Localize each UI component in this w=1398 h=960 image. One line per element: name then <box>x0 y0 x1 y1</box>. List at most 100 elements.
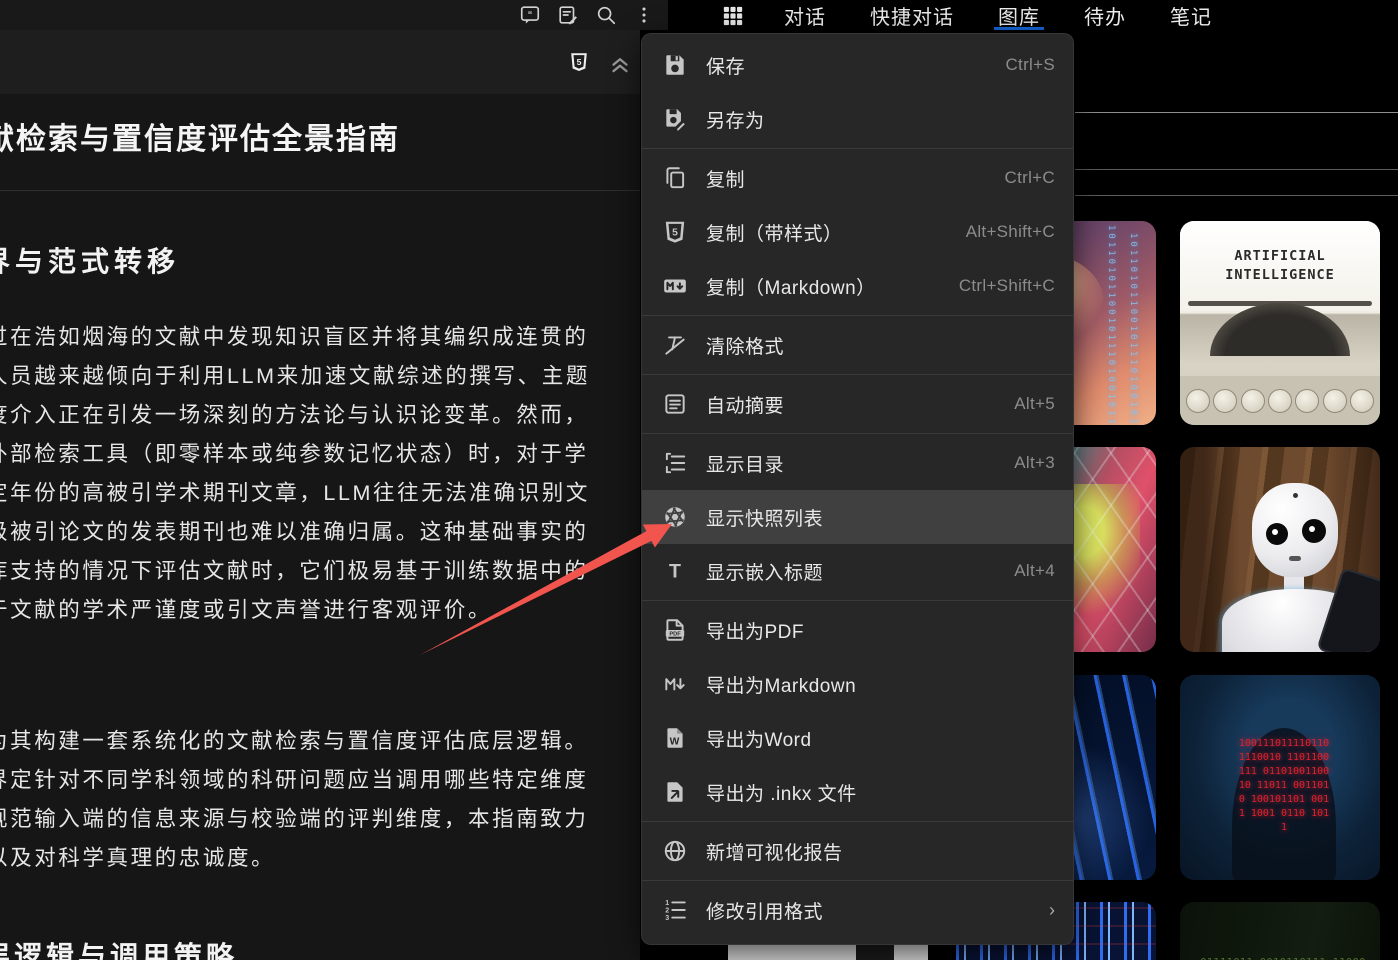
typewriter-key <box>1295 389 1319 413</box>
typewriter-key <box>1268 389 1292 413</box>
menu-item-export-pdf[interactable]: PDF 导出为PDF <box>642 603 1073 657</box>
menu-item-label: 保存 <box>706 52 745 79</box>
gallery-image-robot[interactable] <box>1180 447 1380 652</box>
menu-item-copy-styled[interactable]: 5 复制（带样式） Alt+Shift+C <box>642 205 1073 259</box>
menu-item-save-as[interactable]: 另存为 <box>642 92 1073 146</box>
comment-quote-icon[interactable]: “ <box>518 3 542 27</box>
pdf-file-icon: PDF <box>660 615 690 645</box>
compose-note-icon[interactable] <box>556 3 580 27</box>
word-file-icon: W <box>660 723 690 753</box>
top-tabs: 对话 快捷对话 图库 待办 笔记 <box>782 0 1214 30</box>
robot-mouth <box>1289 556 1301 561</box>
html5-icon: 5 <box>660 217 690 247</box>
menu-item-show-snapshot-list[interactable]: 显示快照列表 <box>642 490 1073 544</box>
panel-divider <box>1075 195 1398 196</box>
menu-item-show-toc[interactable]: 显示目录 Alt+3 <box>642 436 1073 490</box>
binary-overlay: 1011010110010111010010110 <box>1128 233 1138 425</box>
robot-pupil <box>1309 526 1315 532</box>
document-line: 为其构建一套系统化的文献检索与置信度评估底层逻辑。 <box>0 722 640 761</box>
svg-text:3: 3 <box>665 915 669 922</box>
tab-todo[interactable]: 待办 <box>1082 0 1128 30</box>
paragraph-1: 过在浩如烟海的文献中发现知识盲区并将其编织成连贯的人员越来越倾向于利用LLM来加… <box>0 318 640 630</box>
paragraph-2: 为其构建一套系统化的文献检索与置信度评估底层逻辑。界定针对不同学科领域的科研问题… <box>0 722 640 878</box>
aperture-icon <box>660 502 690 532</box>
markdown-badge-icon <box>660 271 690 301</box>
menu-item-save[interactable]: 保存Ctrl+S <box>642 38 1073 92</box>
menu-item-label: 复制 <box>706 165 745 192</box>
document-line: 界定针对不同学科领域的科研问题应当调用哪些特定维度 <box>0 761 640 800</box>
document-line: 级被引论文的发表期刊也难以准确归属。这种基础事实的 <box>0 513 640 552</box>
menu-item-label: 显示嵌入标题 <box>706 558 823 585</box>
menu-item-label: 修改引用格式 <box>706 897 823 924</box>
tab-quick-dialog[interactable]: 快捷对话 <box>868 0 956 30</box>
typewriter-key <box>1241 389 1265 413</box>
menu-item-shortcut: Alt+Shift+C <box>966 222 1055 242</box>
apps-grid-icon[interactable] <box>720 3 746 29</box>
tab-dialog[interactable]: 对话 <box>782 0 828 30</box>
document-line: 库支持的情况下评估文献时，它们极易基于训练数据中的 <box>0 552 640 591</box>
menu-separator <box>642 880 1073 881</box>
svg-text:5: 5 <box>672 227 678 238</box>
tab-gallery[interactable]: 图库 <box>996 0 1042 30</box>
robot-pupil <box>1272 529 1278 535</box>
top-bar-left-icons: “ <box>0 0 668 30</box>
typewriter-key <box>1323 389 1347 413</box>
kebab-menu-icon[interactable] <box>632 3 656 27</box>
menu-item-shortcut: Alt+5 <box>1014 394 1055 414</box>
title-t-icon: T <box>660 556 690 586</box>
html5-badge-icon[interactable]: 5 <box>568 51 590 75</box>
gallery-image-hooded-red[interactable]: 1001110111101101110010 1101100111 011010… <box>1180 675 1380 880</box>
menu-item-label: 导出为 .inkx 文件 <box>706 779 857 806</box>
menu-item-label: 显示目录 <box>706 450 784 477</box>
summary-doc-icon <box>660 389 690 419</box>
inkx-file-icon <box>660 777 690 807</box>
copy-icon <box>660 163 690 193</box>
menu-item-export-markdown[interactable]: 导出为Markdown <box>642 657 1073 711</box>
svg-text:T: T <box>669 561 681 583</box>
menu-item-show-embed-title[interactable]: T 显示嵌入标题 Alt+4 <box>642 544 1073 598</box>
app-window: “ 对话快捷对话图库待办笔记 5 献检索与置信度评估全景指南 界与范式转移 过在… <box>0 0 1398 960</box>
markdown-arrow-icon <box>660 669 690 699</box>
menu-item-export-word[interactable]: W 导出为Word <box>642 711 1073 765</box>
toc-list-icon <box>660 448 690 478</box>
svg-text:W: W <box>670 736 680 747</box>
menu-item-label: 导出为Word <box>706 725 812 752</box>
bottom-heading: 层逻辑与调用策略 <box>0 935 238 960</box>
search-icon[interactable] <box>594 3 618 27</box>
numbered-list-icon: 123 <box>660 895 690 925</box>
robot-forehead-dot <box>1293 493 1298 498</box>
svg-text:5: 5 <box>577 57 582 67</box>
tab-notes[interactable]: 笔记 <box>1168 0 1214 30</box>
save-as-icon <box>660 104 690 134</box>
menu-item-label: 清除格式 <box>706 332 784 359</box>
menu-item-export-inkx[interactable]: 导出为 .inkx 文件 <box>642 765 1073 819</box>
svg-text:PDF: PDF <box>669 631 681 637</box>
menu-item-label: 复制（Markdown） <box>706 273 876 300</box>
document-line: 过在浩如烟海的文献中发现知识盲区并将其编织成连贯的 <box>0 318 640 357</box>
menu-item-edit-citation-format[interactable]: 123 修改引用格式 › <box>642 883 1073 937</box>
gallery-image-green-code[interactable]: 01111011 0010110111 1100011 1011101 <box>1180 902 1380 960</box>
typewriter-key <box>1213 389 1237 413</box>
menu-separator <box>642 433 1073 434</box>
binary-overlay: 1011010110010111010010110 <box>1106 225 1116 425</box>
collapse-up-icon[interactable] <box>607 50 633 76</box>
menu-item-copy-markdown[interactable]: 复制（Markdown） Ctrl+Shift+C <box>642 259 1073 313</box>
clear-format-icon <box>660 330 690 360</box>
document-line: 规范输入端的信息来源与校验端的评判维度，本指南致力 <box>0 800 640 839</box>
document-title: 献检索与置信度评估全景指南 <box>0 114 400 158</box>
menu-item-clear-format[interactable]: 清除格式 <box>642 318 1073 372</box>
document-line: 以及对科学真理的忠诚度。 <box>0 839 640 878</box>
gallery-image-typewriter[interactable]: ARTIFICIAL INTELLIGENCE <box>1180 221 1380 425</box>
menu-item-label: 复制（带样式） <box>706 219 843 246</box>
menu-item-copy[interactable]: 复制Ctrl+C <box>642 151 1073 205</box>
menu-item-shortcut: Alt+3 <box>1014 453 1055 473</box>
divider <box>0 190 640 191</box>
submenu-chevron-icon: › <box>1049 900 1055 921</box>
menu-item-shortcut: Ctrl+Shift+C <box>959 276 1055 296</box>
globe-icon <box>660 836 690 866</box>
menu-item-label: 导出为PDF <box>706 617 804 644</box>
menu-item-new-visual-report[interactable]: 新增可视化报告 <box>642 824 1073 878</box>
menu-item-auto-summary[interactable]: 自动摘要Alt+5 <box>642 377 1073 431</box>
typewriter-key <box>1350 389 1374 413</box>
menu-item-shortcut: Alt+4 <box>1014 561 1055 581</box>
